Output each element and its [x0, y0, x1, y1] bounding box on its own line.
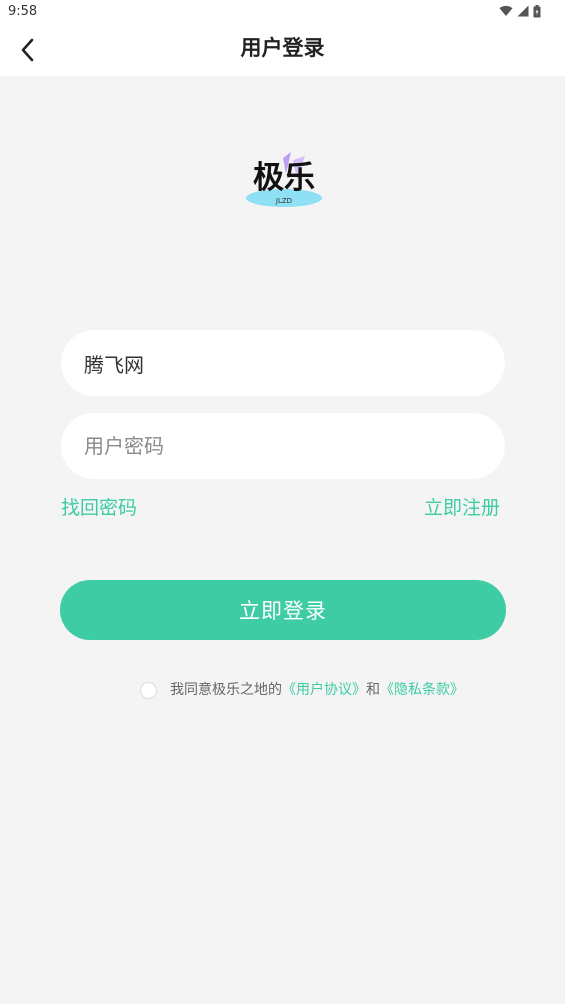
page-title: 用户登录 [240, 36, 325, 60]
status-time: 9:58 [8, 4, 38, 19]
app-logo: 极乐 JLZD [245, 150, 323, 208]
password-field[interactable] [61, 413, 505, 479]
privacy-policy-link[interactable]: 《隐私条款》 [380, 679, 464, 699]
agreement-checkbox[interactable] [140, 681, 157, 699]
username-field[interactable] [61, 330, 505, 396]
chevron-left-icon [21, 38, 34, 62]
forgot-password-link[interactable]: 找回密码 [61, 493, 137, 520]
password-input[interactable] [61, 413, 505, 479]
user-agreement-link[interactable]: 《用户协议》 [282, 679, 366, 699]
logo-sub-text: JLZD [275, 197, 292, 205]
logo-main-text: 极乐 [253, 160, 315, 196]
agreement-prefix: 我同意极乐之地的 [170, 682, 282, 698]
battery-icon [533, 4, 541, 17]
username-input[interactable] [61, 330, 505, 396]
agreement-row: 我同意极乐之地的 《用户协议》 和 《隐私条款》 [140, 678, 464, 700]
status-bar: 9:58 [0, 0, 565, 24]
register-link[interactable]: 立即注册 [424, 493, 500, 520]
wifi-icon [499, 5, 513, 16]
signal-icon [517, 5, 529, 17]
status-icons [499, 4, 541, 18]
agreement-conjunction: 和 [366, 682, 380, 698]
login-button[interactable]: 立即登录 [60, 580, 506, 640]
back-button[interactable] [10, 32, 46, 68]
app-bar: 用户登录 [0, 24, 565, 76]
